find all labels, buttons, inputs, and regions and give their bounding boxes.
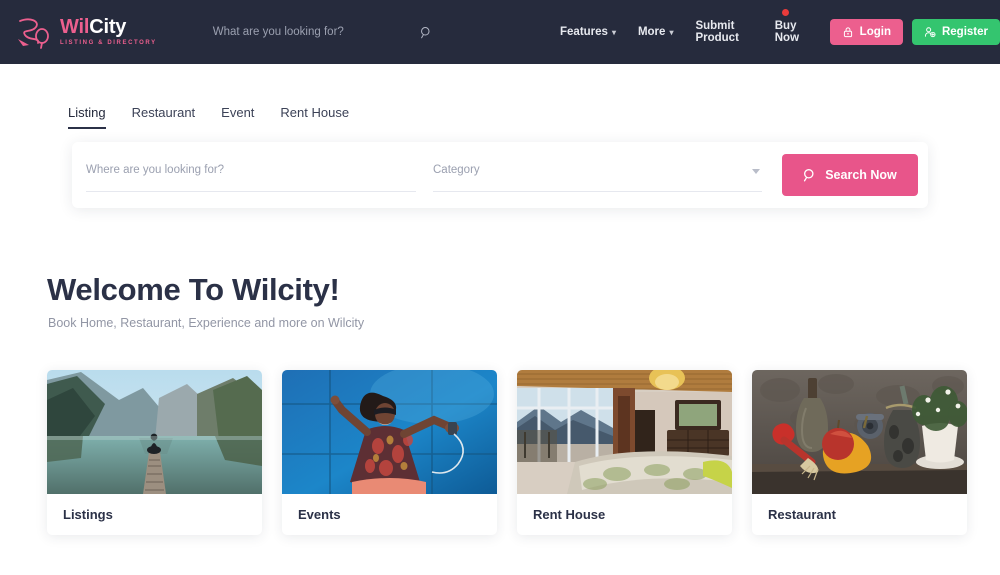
nav-item-submit-product[interactable]: Submit Product [695, 20, 752, 44]
location-input[interactable]: Where are you looking for? [86, 158, 224, 176]
logo-name-part1: Wil [60, 16, 90, 38]
category-field[interactable]: Category [433, 158, 762, 192]
chevron-down-icon[interactable] [752, 169, 760, 174]
nav-item-label: Submit Product [695, 20, 739, 44]
category-card-events[interactable]: Events [282, 370, 497, 535]
nav-item-label: More [637, 26, 666, 38]
page-subtitle: Book Home, Restaurant, Experience and mo… [48, 316, 365, 330]
page-title: Welcome To Wilcity! [47, 272, 340, 307]
rustic-fruit-still-life-photo [752, 370, 967, 494]
site-header: WilCity LISTING & DIRECTORY What are you… [0, 0, 1000, 64]
register-button-label: Register [941, 26, 988, 38]
search-panel: Where are you looking for? Category Sear… [72, 142, 928, 208]
nav-item-more[interactable]: More ▾ [638, 26, 674, 38]
main-navigation: Features ▾ More ▾ Submit Product Buy Now… [560, 0, 1000, 64]
location-field[interactable]: Where are you looking for? [86, 158, 416, 192]
search-now-label: Search Now [825, 168, 897, 182]
search-icon[interactable] [420, 26, 433, 39]
nav-item-features[interactable]: Features ▾ [560, 26, 616, 38]
search-now-button[interactable]: Search Now [782, 154, 918, 196]
search-type-tabs: Listing Restaurant Event Rent House [68, 105, 349, 129]
category-card-label: Restaurant [768, 507, 836, 522]
category-card-restaurant[interactable]: Restaurant [752, 370, 967, 535]
header-search[interactable]: What are you looking for? [213, 26, 433, 39]
tab-rent-house[interactable]: Rent House [280, 105, 349, 129]
nav-item-label: Features [560, 26, 608, 38]
notification-dot-icon [781, 9, 789, 16]
lock-icon [843, 27, 852, 38]
logo-wordmark: WilCity [60, 16, 157, 38]
category-card-label: Listings [63, 507, 113, 522]
category-card-listings[interactable]: Listings [47, 370, 262, 535]
nav-item-buy-now[interactable]: Buy Now [774, 9, 808, 44]
lake-mountain-dock-photo [47, 370, 262, 494]
search-icon [804, 169, 814, 182]
header-search-input[interactable]: What are you looking for? [213, 26, 420, 38]
category-select[interactable]: Category [433, 158, 480, 176]
register-button[interactable]: Register [911, 19, 1000, 45]
category-card-label: Rent House [533, 507, 606, 522]
tab-restaurant[interactable]: Restaurant [132, 105, 196, 129]
category-card-label: Events [298, 507, 341, 522]
logo-tagline: LISTING & DIRECTORY [60, 40, 157, 46]
woman-dancing-blue-wall-photo [282, 370, 497, 494]
login-button-label: Login [859, 26, 891, 38]
wilcity-swoosh-logo-icon [18, 18, 49, 49]
nav-item-label: Buy Now [774, 20, 800, 44]
chevron-down-icon: ▾ [611, 27, 616, 37]
chevron-down-icon: ▾ [669, 27, 674, 37]
category-card-list: Listings Events Rent House Restaurant [47, 370, 967, 535]
login-button[interactable]: Login [829, 19, 903, 45]
bedroom-mountain-view-photo [517, 370, 732, 494]
site-logo[interactable]: WilCity LISTING & DIRECTORY [16, 15, 157, 49]
logo-name-part2: City [89, 16, 127, 38]
tab-event[interactable]: Event [221, 105, 254, 129]
tab-listing[interactable]: Listing [68, 105, 106, 129]
category-card-rent-house[interactable]: Rent House [517, 370, 732, 535]
user-add-icon [924, 27, 936, 38]
